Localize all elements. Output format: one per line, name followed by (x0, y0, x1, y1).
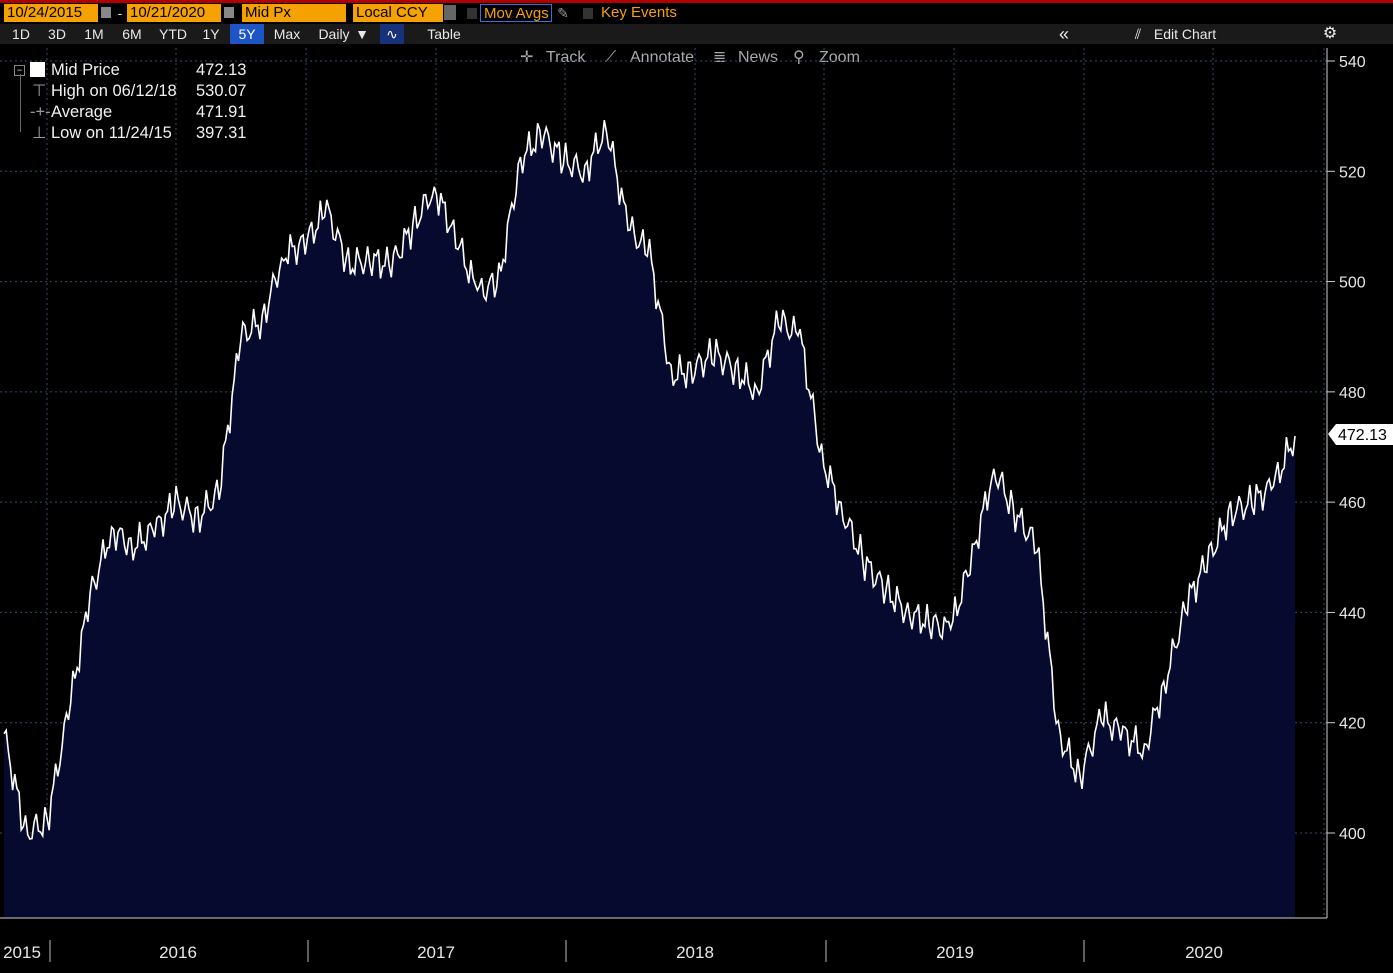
legend-mid-value: 472.13 (196, 61, 247, 79)
legend-mid-label: Mid Price (51, 61, 120, 79)
y-tick-label: 400 (1339, 826, 1366, 843)
last-price-value: 472.13 (1338, 427, 1387, 444)
x-tick-label: 2016 (159, 943, 197, 962)
legend-average-label: Average (51, 103, 113, 121)
x-tick-label: 2018 (676, 943, 714, 962)
x-tick-label: 2020 (1185, 943, 1223, 962)
y-tick-label: 500 (1339, 275, 1366, 292)
high-marker-icon: ⊤ (32, 82, 47, 100)
legend-high-label: High on 06/12/18 (51, 82, 177, 100)
x-tick-label: 2017 (417, 943, 455, 962)
y-tick-label: 520 (1339, 164, 1366, 181)
legend-average-value: 471.91 (196, 103, 247, 121)
last-price-tag: 472.13 (1328, 424, 1393, 445)
y-tick-label: 540 (1339, 54, 1366, 71)
price-chart[interactable]: 400420440460480500520540 2015 2016 2017 201… (0, 0, 1393, 973)
x-axis-ticks: 2015 2016 2017 2018 2019 2020 (3, 940, 1223, 962)
y-tick-label: 420 (1339, 716, 1366, 733)
y-tick-label: 480 (1339, 385, 1366, 402)
series-color-swatch (30, 62, 45, 77)
legend-low-label: Low on 11/24/15 (51, 124, 172, 142)
legend-tree-line (20, 74, 21, 132)
y-tick-label: 440 (1339, 605, 1366, 622)
low-marker-icon: ⊥ (32, 124, 47, 142)
y-tick-label: 460 (1339, 495, 1366, 512)
legend-high-value: 530.07 (196, 82, 247, 100)
average-marker-icon: -+- (30, 103, 51, 121)
x-tick-label: 2019 (936, 943, 974, 962)
x-tick-label: 2015 (3, 943, 41, 962)
legend-low-value: 397.31 (196, 124, 247, 142)
y-axis-ticks: 400 420 440 460 480 500 520 540 (1327, 54, 1366, 843)
